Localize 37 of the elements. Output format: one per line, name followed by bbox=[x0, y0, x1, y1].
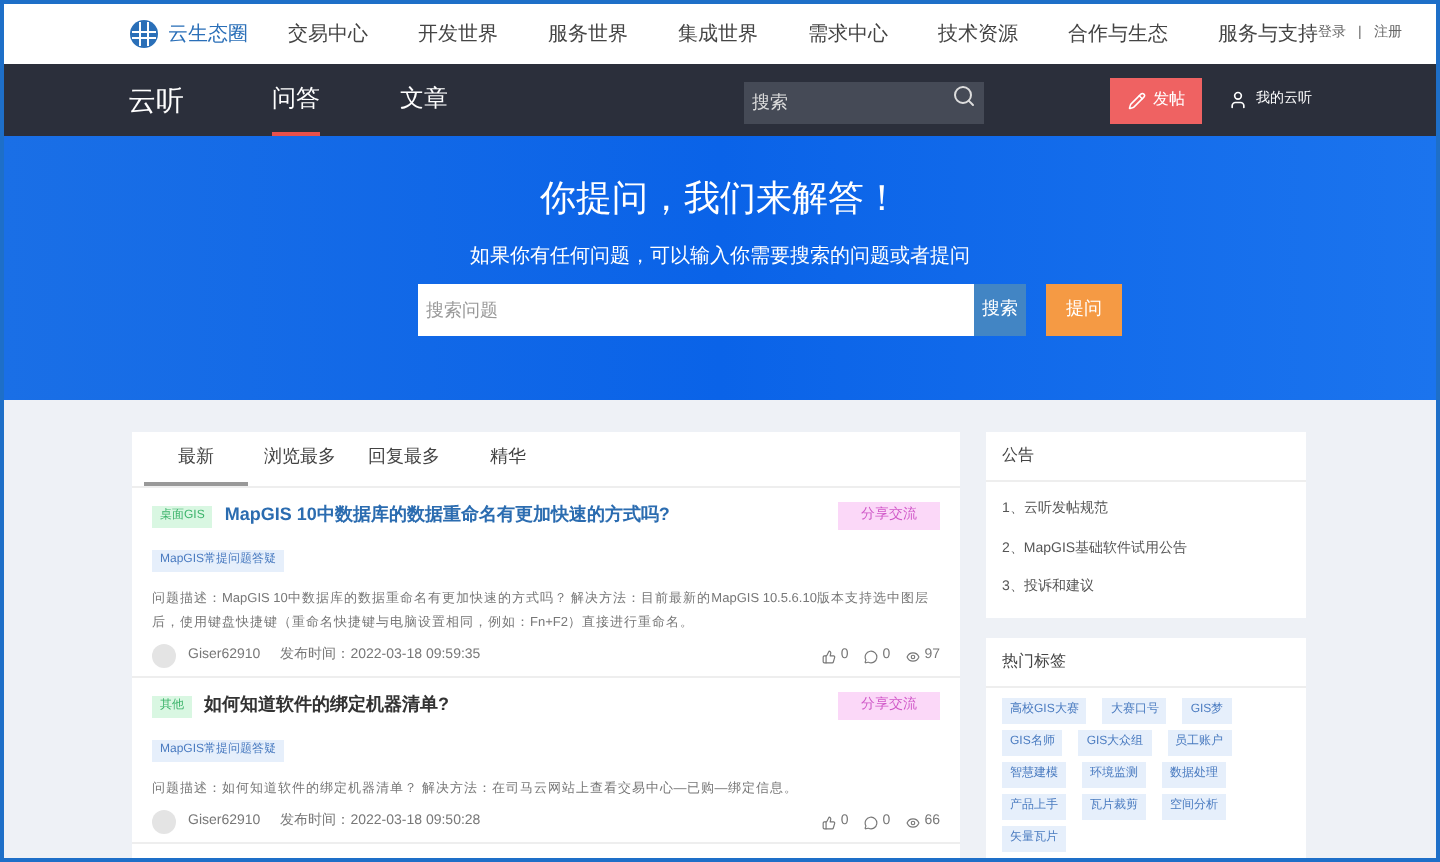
hero-title: 你提问，我们来解答！ bbox=[540, 176, 900, 222]
globe-logo-icon bbox=[128, 18, 160, 50]
comment-icon bbox=[864, 649, 879, 663]
like-icon bbox=[822, 815, 837, 829]
avatar-icon bbox=[152, 644, 176, 668]
tags-title: 热门标签 bbox=[986, 637, 1306, 687]
post-title[interactable]: 如何知道软件的绑定机器清单? bbox=[204, 692, 449, 720]
post-title[interactable]: MapGIS 10中数据库的数据重命名有更加快速的方式吗? bbox=[224, 502, 670, 530]
search-icon[interactable] bbox=[952, 84, 976, 108]
user-icon bbox=[1228, 90, 1248, 110]
feed-tab[interactable]: 浏览最多 bbox=[248, 432, 352, 486]
view-icon bbox=[906, 815, 921, 829]
avatar-icon bbox=[152, 810, 176, 834]
feed-tab[interactable]: 最新 bbox=[144, 432, 248, 486]
pencil-icon bbox=[1127, 91, 1145, 109]
logo-text[interactable]: 云生态圈 bbox=[168, 19, 248, 49]
nav-tab[interactable]: 文章 bbox=[400, 64, 448, 136]
question-search-field[interactable]: 搜索问题 bbox=[418, 284, 974, 336]
menu-link[interactable]: 合作与生态 bbox=[1068, 19, 1168, 49]
post-button[interactable]: 发帖 bbox=[1110, 77, 1202, 123]
view-icon bbox=[906, 649, 921, 663]
notice-title: 公告 bbox=[986, 432, 1306, 482]
brand-text: 云听 bbox=[128, 81, 184, 119]
feed-tab[interactable]: 回复最多 bbox=[352, 432, 456, 486]
feed-tab[interactable]: 精华 bbox=[456, 432, 560, 486]
like-icon bbox=[822, 649, 837, 663]
menu-link[interactable]: 服务与支持 bbox=[1218, 19, 1318, 49]
menu-link[interactable]: 开发世界 bbox=[418, 19, 498, 49]
menu-link[interactable]: 技术资源 bbox=[938, 19, 1018, 49]
menu-link[interactable]: 需求中心 bbox=[808, 19, 888, 49]
comment-icon bbox=[864, 815, 879, 829]
menu-link[interactable]: 交易中心 bbox=[288, 19, 368, 49]
menu-link[interactable]: 集成世界 bbox=[678, 19, 758, 49]
menu-link[interactable]: 服务世界 bbox=[548, 19, 628, 49]
search-field[interactable]: 搜索 bbox=[744, 81, 984, 123]
search-button[interactable]: 搜索 bbox=[974, 284, 1026, 336]
hero-subtitle: 如果你有任何问题，可以输入你需要搜索的问题或者提问 bbox=[470, 243, 970, 272]
